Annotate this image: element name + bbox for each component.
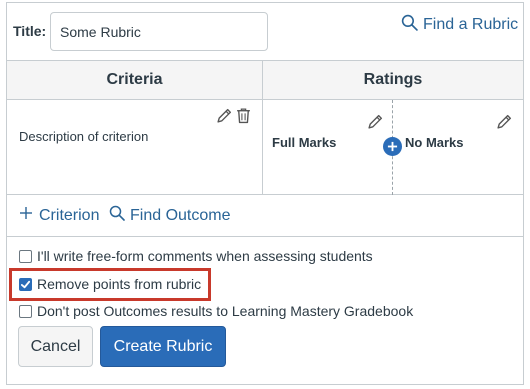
rubric-table: Criteria Ratings Description of criterio…	[7, 60, 523, 195]
pencil-icon[interactable]	[367, 113, 384, 130]
title-label: Title:	[13, 23, 47, 39]
find-outcome-link[interactable]: Find Outcome	[109, 205, 230, 226]
plus-icon	[18, 205, 34, 226]
trash-icon[interactable]	[235, 107, 252, 124]
option-label: Don't post Outcomes results to Learning …	[37, 303, 414, 319]
pencil-icon[interactable]	[216, 107, 233, 124]
criterion-cell: Description of criterion	[7, 100, 263, 195]
add-criterion-label: Criterion	[39, 206, 100, 224]
rubric-panel: Title: Find a Rubric Criteria Ratings De…	[6, 2, 524, 385]
cancel-button[interactable]: Cancel	[18, 326, 93, 367]
rating-no-marks: No Marks	[405, 135, 464, 150]
pencil-icon[interactable]	[496, 113, 513, 130]
find-outcome-label: Find Outcome	[130, 206, 231, 224]
create-rubric-button[interactable]: Create Rubric	[100, 326, 226, 367]
search-icon	[109, 205, 125, 226]
plus-icon	[387, 141, 398, 152]
option-label: I'll write free-form comments when asses…	[37, 248, 373, 264]
criterion-description: Description of criterion	[19, 129, 149, 144]
rating-full-marks: Full Marks	[272, 135, 337, 150]
free-form-comments-checkbox[interactable]	[19, 249, 32, 263]
title-input[interactable]	[50, 12, 268, 51]
actions-row: Criterion Find Outcome	[7, 195, 523, 237]
find-rubric-link[interactable]: Find a Rubric	[401, 14, 518, 36]
search-icon	[401, 14, 418, 36]
option-dont-post-outcomes[interactable]: Don't post Outcomes results to Learning …	[19, 303, 413, 319]
dont-post-outcomes-checkbox[interactable]	[19, 304, 32, 318]
add-criterion-link[interactable]: Criterion	[18, 205, 99, 226]
column-header-ratings: Ratings	[263, 61, 523, 100]
find-rubric-label: Find a Rubric	[423, 16, 519, 33]
option-free-form-comments[interactable]: I'll write free-form comments when asses…	[19, 248, 373, 264]
highlight-box	[9, 268, 211, 301]
ratings-cell: Full Marks No Marks	[263, 100, 523, 195]
add-rating-button[interactable]	[383, 137, 402, 156]
title-row: Title: Find a Rubric	[7, 3, 523, 60]
column-header-criteria: Criteria	[7, 61, 263, 100]
